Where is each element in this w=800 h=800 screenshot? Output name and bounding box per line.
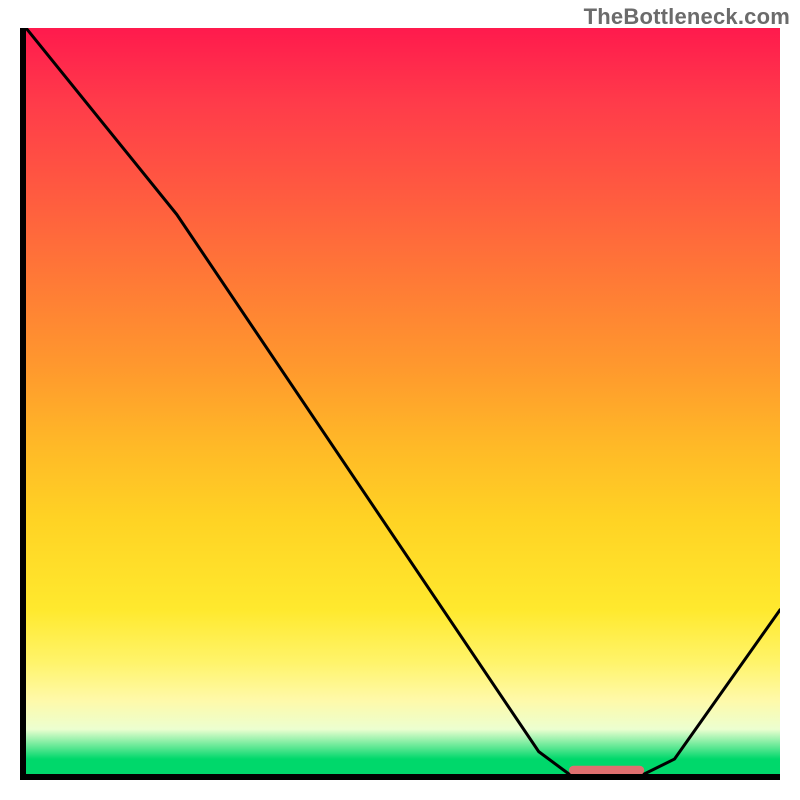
watermark-text: TheBottleneck.com: [584, 4, 790, 30]
plot-area: [26, 28, 780, 774]
optimal-range-marker: [569, 766, 644, 774]
bottleneck-curve: [26, 28, 780, 774]
chart-root: TheBottleneck.com: [0, 0, 800, 800]
chart-svg: [26, 28, 780, 774]
